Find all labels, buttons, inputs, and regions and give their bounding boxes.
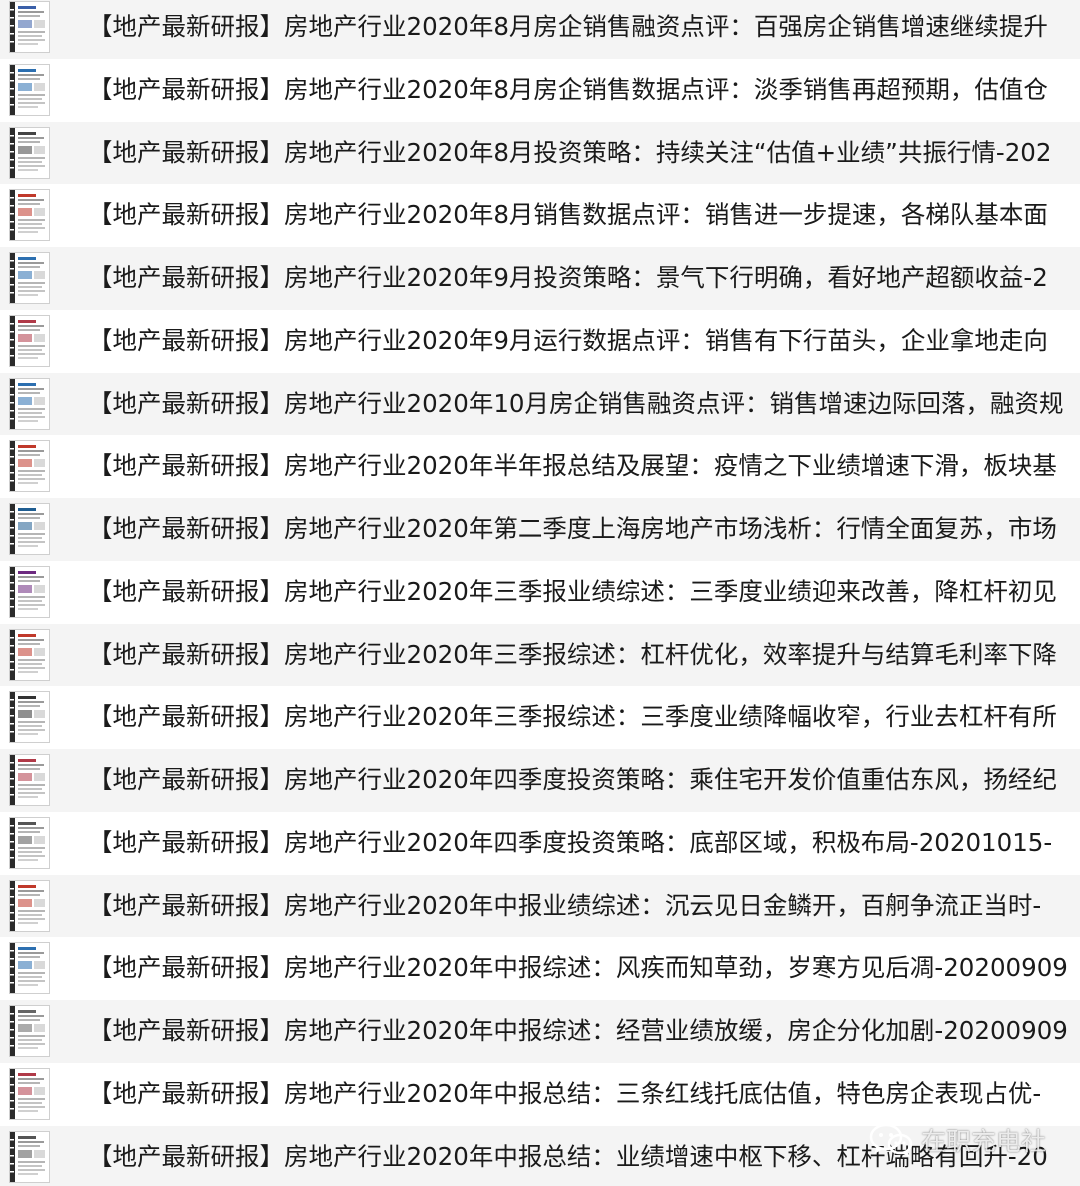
- file-row[interactable]: 【地产最新研报】房地产行业2020年三季报综述：三季度业绩降幅收窄，行业去杠杆有…: [0, 686, 1080, 749]
- file-row[interactable]: 【地产最新研报】房地产行业2020年中报总结：三条红线托底估值，特色房企表现占优…: [0, 1063, 1080, 1126]
- report-thumb-icon: [9, 942, 50, 995]
- file-row[interactable]: 【地产最新研报】房地产行业2020年第二季度上海房地产市场浅析：行情全面复苏，市…: [0, 498, 1080, 561]
- report-thumb-icon: [9, 816, 50, 869]
- report-thumb-icon: [9, 440, 50, 493]
- file-name: 【地产最新研报】房地产行业2020年10月房企销售融资点评：销售增速边际回落，融…: [88, 388, 1064, 418]
- file-name: 【地产最新研报】房地产行业2020年中报业绩综述：沉云见日金鳞开，百舸争流正当时…: [88, 890, 1042, 920]
- file-row[interactable]: 【地产最新研报】房地产行业2020年8月投资策略：持续关注“估值+业绩”共振行情…: [0, 121, 1080, 185]
- file-name: 【地产最新研报】房地产行业2020年第二季度上海房地产市场浅析：行情全面复苏，市…: [88, 514, 1057, 543]
- file-name: 【地产最新研报】房地产行业2020年中报总结：业绩增速中枢下移、杠杆端略有回升-…: [88, 1141, 1048, 1171]
- file-row[interactable]: 【地产最新研报】房地产行业2020年8月房企销售数据点评：淡季销售再超预期，估值…: [0, 59, 1080, 122]
- file-name: 【地产最新研报】房地产行业2020年8月房企销售融资点评：百强房企销售增速继续提…: [88, 12, 1048, 41]
- file-row[interactable]: 【地产最新研报】房地产行业2020年三季报业绩综述：三季度业绩迎来改善，降杠杆初…: [0, 561, 1080, 624]
- report-thumb-icon: [9, 126, 50, 179]
- file-name: 【地产最新研报】房地产行业2020年9月投资策略：景气下行明确，看好地产超额收益…: [88, 263, 1048, 292]
- file-name: 【地产最新研报】房地产行业2020年中报综述：风疾而知草劲，岁寒方见后凋-202…: [88, 953, 1068, 983]
- report-thumb-icon: [9, 1130, 50, 1183]
- report-thumb-icon: [9, 63, 50, 116]
- report-thumb-icon: [9, 628, 50, 681]
- report-thumb-icon: [9, 565, 50, 618]
- file-name: 【地产最新研报】房地产行业2020年半年报总结及展望：疫情之下业绩增速下滑，板块…: [88, 451, 1057, 481]
- file-name: 【地产最新研报】房地产行业2020年8月投资策略：持续关注“估值+业绩”共振行情…: [88, 137, 1052, 167]
- file-name: 【地产最新研报】房地产行业2020年中报综述：经营业绩放缓，房企分化加剧-202…: [88, 1016, 1068, 1045]
- file-row[interactable]: 【地产最新研报】房地产行业2020年中报综述：经营业绩放缓，房企分化加剧-202…: [0, 1000, 1080, 1063]
- file-name: 【地产最新研报】房地产行业2020年四季度投资策略：乘住宅开发价值重估东风，扬经…: [88, 765, 1057, 794]
- report-thumb-icon: [9, 189, 50, 242]
- file-row[interactable]: 【地产最新研报】房地产行业2020年9月运行数据点评：销售有下行苗头，企业拿地走…: [0, 310, 1080, 373]
- report-thumb-icon: [9, 314, 50, 367]
- file-row[interactable]: 【地产最新研报】房地产行业2020年四季度投资策略：底部区域，积极布局-2020…: [0, 812, 1080, 875]
- file-name: 【地产最新研报】房地产行业2020年8月房企销售数据点评：淡季销售再超预期，估值…: [88, 74, 1048, 104]
- file-row[interactable]: 【地产最新研报】房地产行业2020年9月投资策略：景气下行明确，看好地产超额收益…: [0, 247, 1080, 310]
- file-row[interactable]: 【地产最新研报】房地产行业2020年半年报总结及展望：疫情之下业绩增速下滑，板块…: [0, 435, 1080, 498]
- report-thumb-icon: [9, 1067, 50, 1120]
- file-row[interactable]: 【地产最新研报】房地产行业2020年中报业绩综述：沉云见日金鳞开，百舸争流正当时…: [0, 874, 1080, 938]
- report-thumb-icon: [9, 1, 50, 53]
- file-name: 【地产最新研报】房地产行业2020年9月运行数据点评：销售有下行苗头，企业拿地走…: [88, 325, 1048, 355]
- file-list: 【地产最新研报】房地产行业2020年8月房企销售融资点评：百强房企销售增速继续提…: [0, 0, 1080, 1186]
- report-thumb-icon: [9, 879, 50, 932]
- report-thumb-icon: [9, 252, 50, 304]
- file-row[interactable]: 【地产最新研报】房地产行业2020年8月销售数据点评：销售进一步提速，各梯队基本…: [0, 184, 1080, 247]
- report-thumb-icon: [9, 503, 50, 555]
- file-row[interactable]: 【地产最新研报】房地产行业2020年10月房企销售融资点评：销售增速边际回落，融…: [0, 372, 1080, 436]
- file-row[interactable]: 【地产最新研报】房地产行业2020年中报综述：风疾而知草劲，岁寒方见后凋-202…: [0, 937, 1080, 1000]
- file-name: 【地产最新研报】房地产行业2020年四季度投资策略：底部区域，积极布局-2020…: [88, 827, 1053, 857]
- file-name: 【地产最新研报】房地产行业2020年三季报业绩综述：三季度业绩迎来改善，降杠杆初…: [88, 576, 1057, 606]
- file-name: 【地产最新研报】房地产行业2020年三季报综述：杠杆优化，效率提升与结算毛利率下…: [88, 639, 1057, 669]
- file-name: 【地产最新研报】房地产行业2020年中报总结：三条红线托底估值，特色房企表现占优…: [88, 1078, 1042, 1108]
- report-thumb-icon: [9, 754, 50, 806]
- report-thumb-icon: [9, 1005, 50, 1057]
- report-thumb-icon: [9, 377, 50, 430]
- file-row[interactable]: 【地产最新研报】房地产行业2020年三季报综述：杠杆优化，效率提升与结算毛利率下…: [0, 623, 1080, 687]
- file-row[interactable]: 【地产最新研报】房地产行业2020年四季度投资策略：乘住宅开发价值重估东风，扬经…: [0, 749, 1080, 812]
- file-row[interactable]: 【地产最新研报】房地产行业2020年8月房企销售融资点评：百强房企销售增速继续提…: [0, 0, 1080, 59]
- file-row[interactable]: 【地产最新研报】房地产行业2020年中报总结：业绩增速中枢下移、杠杆端略有回升-…: [0, 1125, 1080, 1186]
- file-name: 【地产最新研报】房地产行业2020年8月销售数据点评：销售进一步提速，各梯队基本…: [88, 200, 1048, 230]
- report-thumb-icon: [9, 691, 50, 744]
- file-name: 【地产最新研报】房地产行业2020年三季报综述：三季度业绩降幅收窄，行业去杠杆有…: [88, 702, 1057, 732]
